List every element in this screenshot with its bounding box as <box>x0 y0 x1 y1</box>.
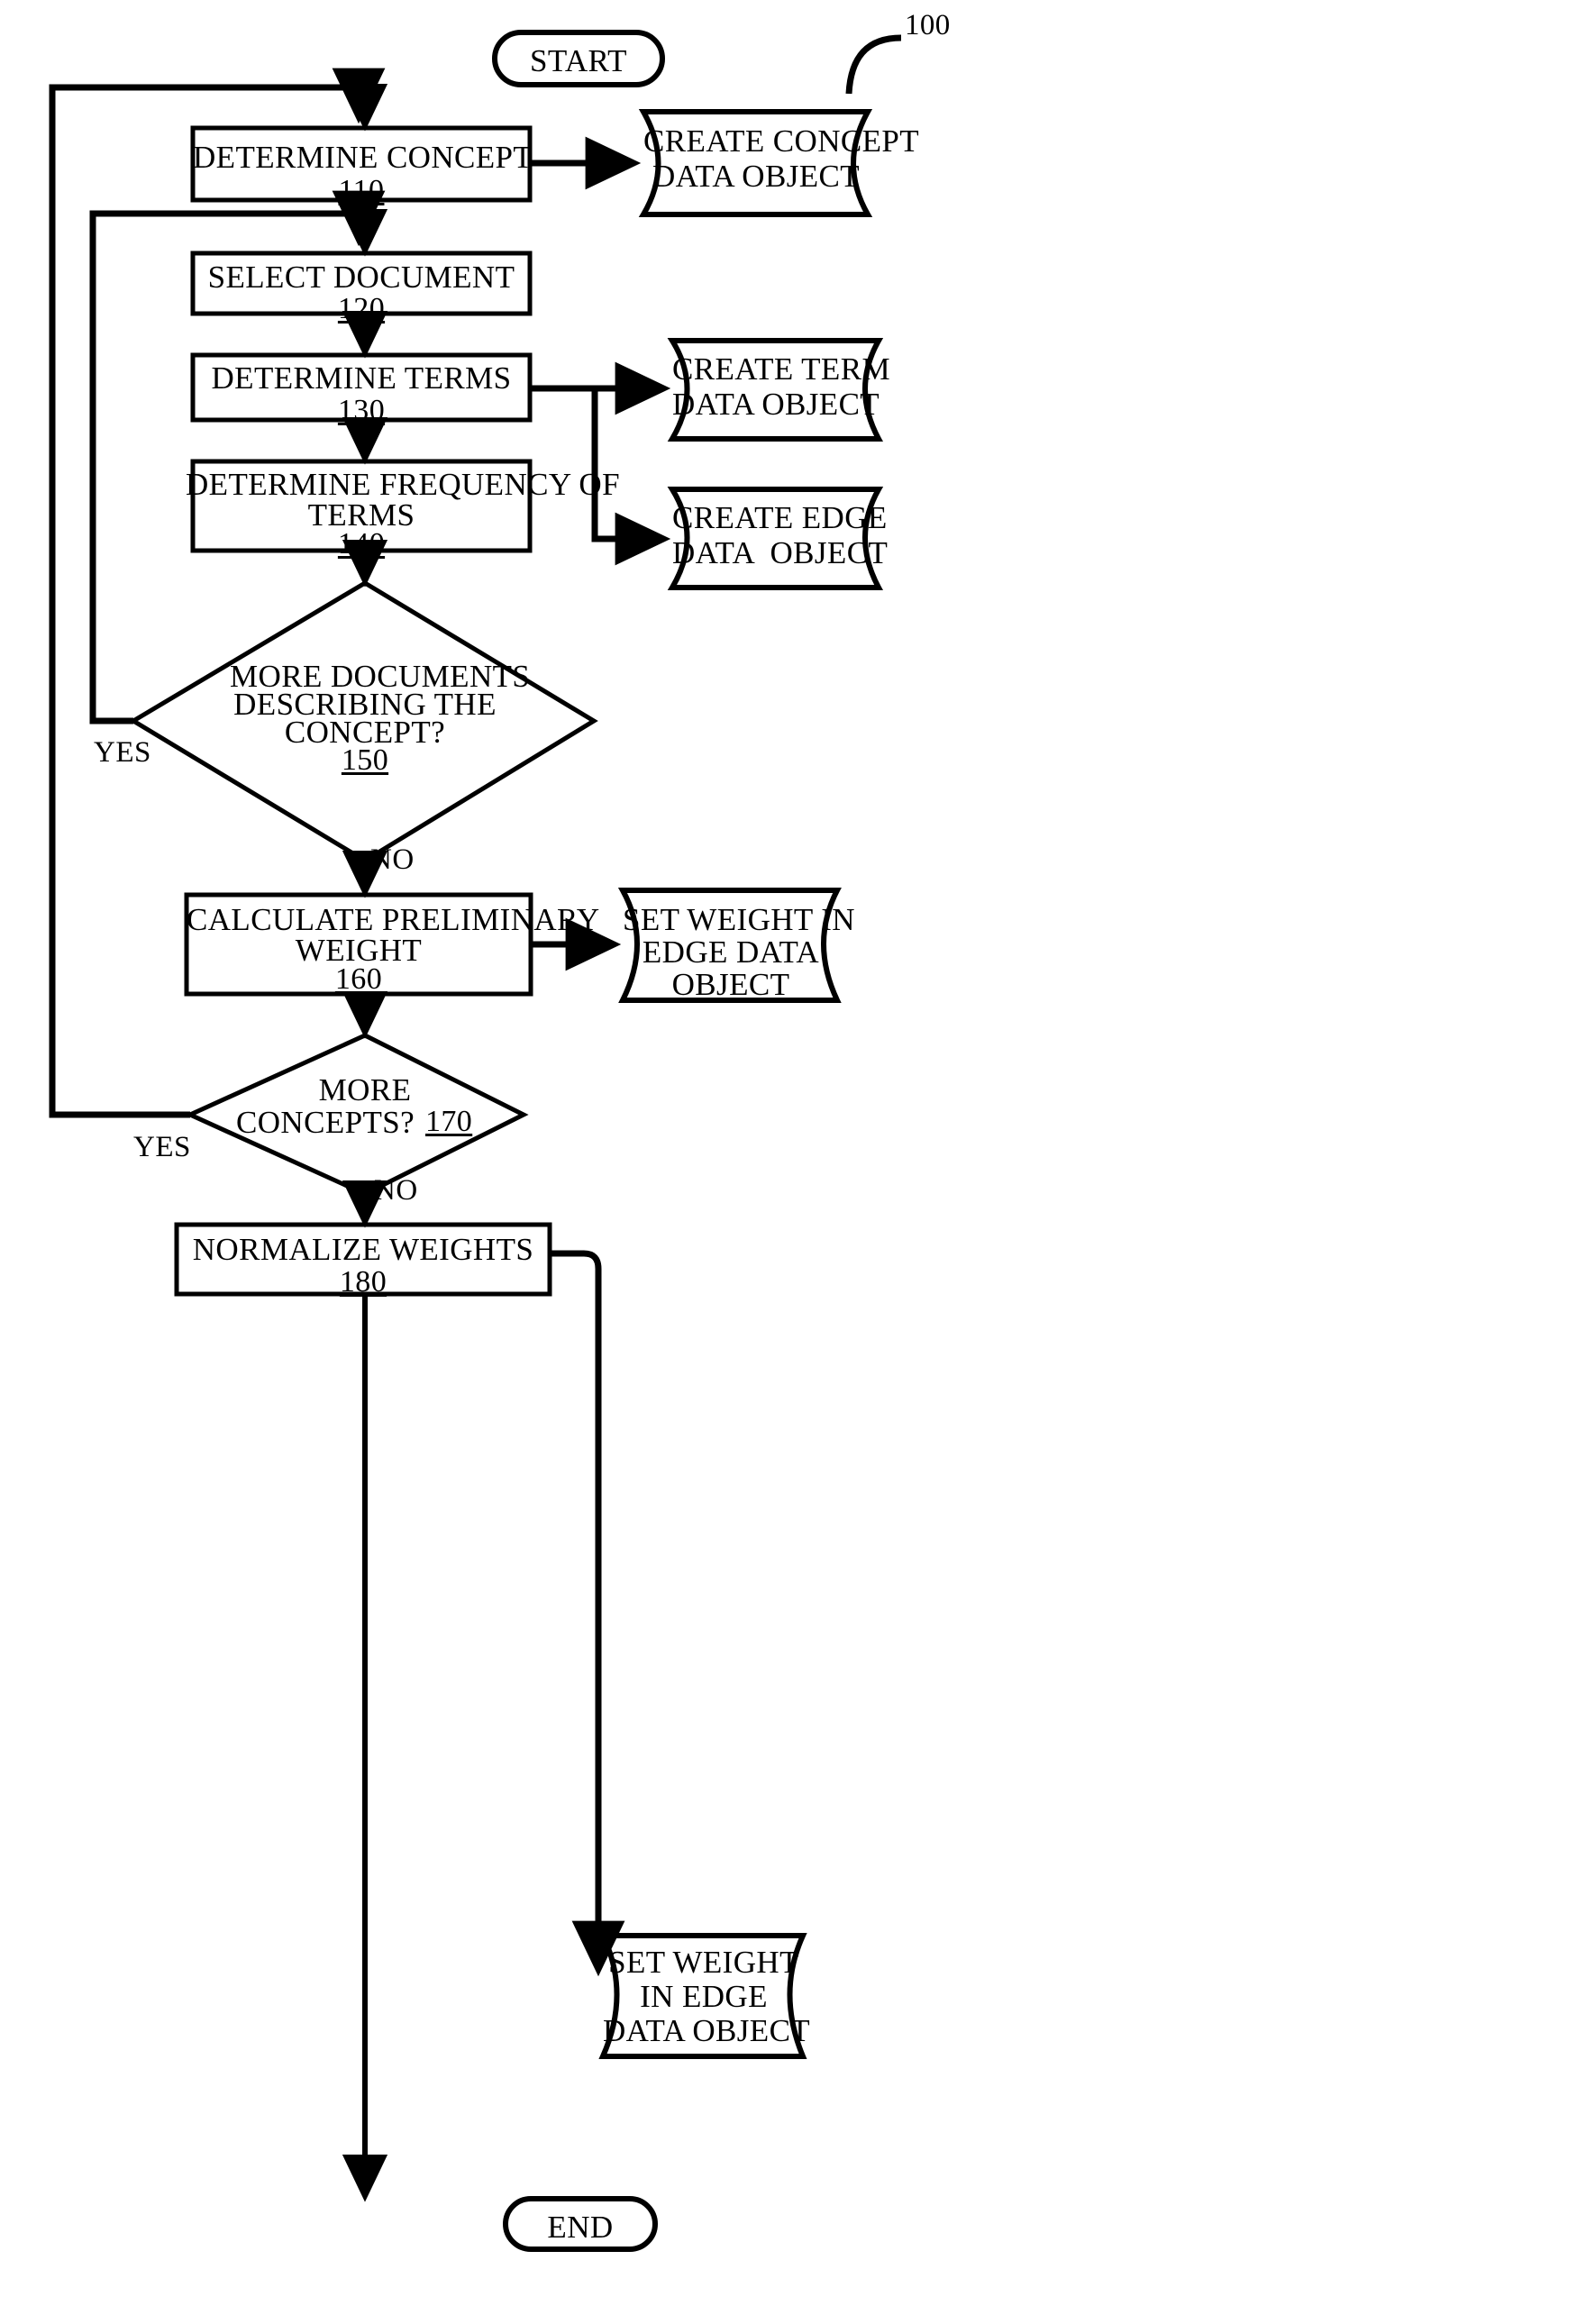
create-term-data-shape <box>667 338 884 442</box>
normalize-weights-box <box>174 1222 552 1297</box>
end-terminal-shape <box>503 2196 658 2252</box>
start-terminal-shape <box>492 30 665 87</box>
select-document-box <box>190 251 533 316</box>
arrow-180-to-set-weight-2 <box>550 1250 625 1977</box>
set-weight-edge-data-shape-2 <box>598 1933 807 2059</box>
flowchart-page: 100 START DETERMINE CONCEPT 110 CREATE C… <box>0 0 1595 2324</box>
set-weight-edge-data-shape-1 <box>617 888 842 1003</box>
create-edge-data-shape <box>667 487 884 590</box>
determine-terms-box <box>190 352 533 423</box>
feedback-loop-more-concepts-yes <box>49 68 386 1118</box>
determine-frequency-box <box>190 459 533 553</box>
create-concept-data-shape <box>638 109 873 217</box>
calculate-weight-box <box>184 892 533 997</box>
more-concepts-diamond <box>184 1033 529 1197</box>
determine-concept-box <box>190 125 533 203</box>
figure-reference-leader <box>845 34 902 95</box>
connector-130-tee-to-edge-data <box>591 390 671 566</box>
flowchart-vector-layer <box>49 30 902 2252</box>
more-documents-diamond <box>129 580 598 863</box>
feedback-loop-more-documents-yes <box>89 190 386 725</box>
